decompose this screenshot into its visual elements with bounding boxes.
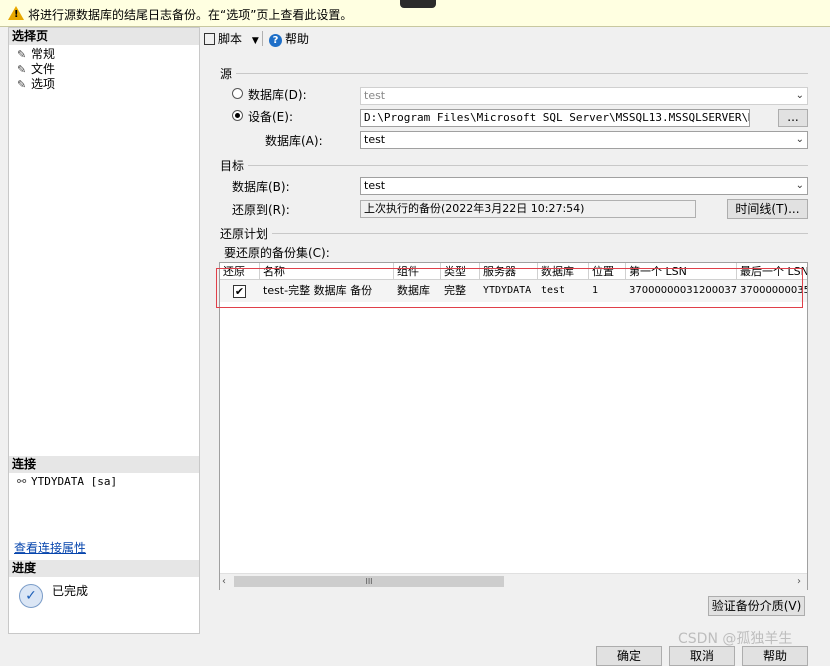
view-connection-properties-link[interactable]: 查看连接属性 [14, 539, 86, 556]
browse-device-button[interactable]: ... [778, 109, 808, 127]
wrench-icon: ✎ [17, 48, 27, 61]
toolbar-divider [262, 31, 263, 46]
help-button[interactable]: ? 帮助 [269, 30, 309, 47]
progress-status: 已完成 [52, 584, 89, 598]
restore-plan-divider [220, 233, 808, 234]
device-database-select[interactable]: test ⌄ [360, 131, 808, 149]
destination-database-label: 数据库(B): [232, 180, 290, 194]
wrench-icon: ✎ [17, 63, 27, 76]
database-radio-label: 数据库(D): [248, 88, 307, 102]
page-item-label: 常规 [31, 47, 56, 61]
device-radio-label: 设备(E): [248, 110, 293, 124]
destination-database-select[interactable]: test ⌄ [360, 177, 808, 195]
help-icon: ? [269, 34, 282, 47]
backup-sets-label: 要还原的备份集(C): [224, 246, 330, 260]
server-connection-icon: ⚯ [17, 475, 27, 488]
connection-server: ⚯ YTDYDATA [sa] [17, 475, 117, 488]
select-page-heading: 选择页 [9, 28, 199, 45]
connection-heading: 连接 [9, 456, 199, 473]
progress-complete-icon: ✓ [19, 584, 43, 608]
scroll-left-icon[interactable]: ‹ [222, 576, 226, 587]
window-notch [400, 0, 436, 8]
script-button[interactable]: 脚本 ▼ [204, 30, 259, 47]
restore-to-value: 上次执行的备份(2022年3月22日 10:27:54) [360, 200, 696, 218]
page-item-label: 选项 [31, 77, 56, 91]
destination-divider [220, 165, 808, 166]
device-database-label: 数据库(A): [265, 134, 323, 148]
restore-plan-group-label: 还原计划 [220, 225, 273, 242]
destination-database-value: test [364, 179, 386, 192]
page-item-label: 文件 [31, 62, 56, 76]
left-panel: 选择页 ✎ 常规 ✎ 文件 ✎ 选项 连接 ⚯ YTDYDATA [sa] 查看连接属性… [8, 27, 200, 634]
warning-text: 将进行源数据库的结尾日志备份。在“选项”页上查看此设置。 [28, 8, 353, 22]
chevron-down-icon: ⌄ [795, 90, 804, 101]
cancel-button[interactable]: 取消 [669, 646, 735, 666]
source-database-value: test [364, 89, 386, 102]
chevron-down-icon[interactable]: ▼ [252, 36, 259, 46]
connection-server-label: YTDYDATA [sa] [31, 475, 118, 488]
restore-to-label: 还原到(R): [232, 203, 290, 217]
timeline-button[interactable]: 时间线(T)... [727, 199, 808, 219]
source-database-select[interactable]: test ⌄ [360, 87, 808, 105]
source-divider [220, 73, 808, 74]
backup-sets-grid[interactable]: 还原 名称 组件 类型 服务器 数据库 位置 第一个 LSN 最后一个 LSN … [219, 262, 808, 590]
destination-group-label: 目标 [220, 157, 249, 174]
horizontal-scrollbar[interactable]: ‹ III › [220, 573, 807, 590]
page-item-options[interactable]: ✎ 选项 [17, 75, 55, 92]
scroll-right-icon[interactable]: › [797, 576, 801, 587]
script-label: 脚本 [218, 32, 243, 46]
progress-heading: 进度 [9, 560, 199, 577]
device-radio[interactable] [232, 110, 243, 121]
scroll-thumb[interactable]: III [234, 576, 504, 587]
highlight-annotation-box [216, 268, 803, 308]
verify-backup-media-button[interactable]: 验证备份介质(V) [708, 596, 805, 616]
script-icon [204, 33, 215, 45]
help-footer-button[interactable]: 帮助 [742, 646, 808, 666]
warning-icon-mark: ! [14, 9, 19, 20]
toolbar: 脚本 ▼ ? 帮助 [200, 27, 830, 49]
device-path-field[interactable]: D:\Program Files\Microsoft SQL Server\MS… [360, 109, 750, 127]
wrench-icon: ✎ [17, 78, 27, 91]
watermark: CSDN @孤独羊生 [678, 631, 793, 647]
device-database-value: test [364, 133, 386, 146]
help-label: 帮助 [285, 32, 310, 46]
source-group-label: 源 [220, 65, 237, 82]
chevron-down-icon: ⌄ [795, 134, 804, 145]
ok-button[interactable]: 确定 [596, 646, 662, 666]
database-radio[interactable] [232, 88, 243, 99]
chevron-down-icon: ⌄ [795, 180, 804, 191]
